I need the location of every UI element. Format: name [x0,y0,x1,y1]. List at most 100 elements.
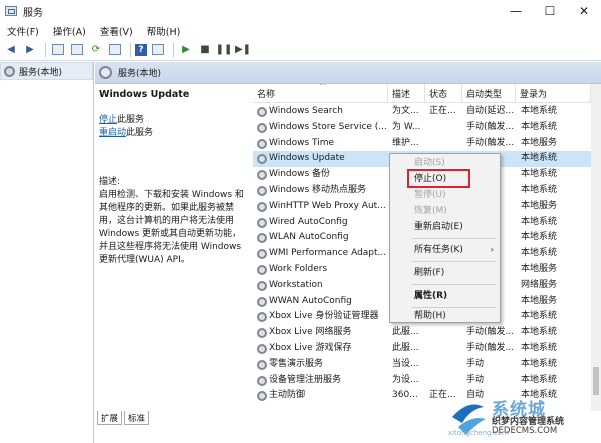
service-name: Windows Update [269,153,345,164]
service-logon-as: 本地系统 [521,311,558,322]
tree-item-services-local[interactable]: 服务(本地) [0,62,93,80]
gear-icon [99,66,112,79]
table-row[interactable]: Windows Search 为文... 正在... 自动(延迟... 本地系统 [253,104,591,120]
service-logon-as: 本地系统 [521,374,558,385]
column-header-description[interactable]: 描述 [388,84,425,103]
restart-service-icon[interactable]: ▶❚ [235,42,251,58]
service-name: Windows Store Service (... [269,121,387,132]
sort-caret-icon: ^ [319,84,327,92]
forward-arrow-icon[interactable]: ▶ [22,42,38,58]
description-panel: Windows Update 停止此服务 重启动此服务 描述: 启用检测、下载和… [95,84,253,411]
service-logon-as: 本地服务 [521,295,558,306]
menu-item-help[interactable]: 帮助(H) [390,308,500,324]
restart-service-link[interactable]: 重启动 [99,128,126,138]
description-line: 启用检测、下载和安装 Windows 和 [99,190,244,200]
vertical-scrollbar[interactable] [591,84,601,411]
console-tree-icon[interactable] [50,42,66,58]
column-header-status[interactable]: 状态 [425,84,462,103]
menu-item-restart[interactable]: 重新启动(E) [390,219,500,235]
tab-extended[interactable]: 扩展 [97,411,123,425]
gear-icon [257,328,267,339]
menu-item-all-tasks[interactable]: 所有任务(K) › [390,242,500,258]
toolbar: ◀ ▶ ⟳ ? ▶ ■ ❚❚ ▶❚ [0,39,601,61]
watermark-subtext: xitongcheng.com [448,429,509,437]
pause-service-icon[interactable]: ❚❚ [216,42,233,58]
toolbar-separator [45,42,46,57]
service-startup-type: 手动(触发... [466,327,515,338]
help-icon[interactable]: ? [135,43,147,56]
table-row[interactable]: Windows Time 维护... 手动(触发... 本地服务 [253,136,591,152]
menu-file[interactable]: 文件(F) [0,24,46,38]
tree-item-label: 服务(本地) [19,67,63,78]
properties-icon[interactable] [69,42,85,58]
service-startup-type: 手动(触发... [466,121,515,132]
gear-icon [257,233,267,244]
restart-link-suffix: 此服务 [126,128,154,138]
service-name: Windows Search [269,106,343,116]
start-service-icon[interactable]: ▶ [178,42,194,58]
title-bar: 服务 — ☐ ✕ [0,0,601,22]
minimize-button[interactable]: — [499,0,533,22]
menu-item-pause[interactable]: 暂停(U) [390,187,500,203]
table-row[interactable]: 设备管理注册服务 为设... 手动 本地系统 [253,373,591,389]
service-status: 正在... [429,106,456,116]
menu-help[interactable]: 帮助(H) [140,24,188,38]
table-row[interactable]: 零售演示服务 当设... 手动 本地系统 [253,357,591,373]
menu-view[interactable]: 查看(V) [93,24,140,38]
gear-icon [257,296,267,307]
column-header-startup-type[interactable]: 启动类型 [462,84,516,103]
stop-service-icon[interactable]: ■ [197,42,213,58]
gear-icon [257,264,267,275]
menu-separator [412,284,496,285]
services-app-icon [5,6,17,16]
column-header-name[interactable]: 名称 ^ [253,84,388,103]
service-name: Xbox Live 游戏保存 [269,342,352,353]
gear-icon [257,217,267,228]
tab-standard[interactable]: 标准 [124,411,150,425]
menu-item-refresh[interactable]: 刷新(F) [390,265,500,281]
scrollbar-thumb[interactable] [593,367,599,395]
maximize-button[interactable]: ☐ [533,0,567,22]
menu-item-resume[interactable]: 恢复(M) [390,203,500,219]
toolbar-separator [173,42,174,57]
window-controls: — ☐ ✕ [499,0,601,22]
service-name: 设备管理注册服务 [269,374,342,385]
service-logon-as: 本地系统 [521,169,558,180]
service-name: 零售演示服务 [269,358,324,369]
watermark: 系统城 织梦内容管理系统 DEDECMS.COM xitongcheng.com [448,395,601,443]
service-logon-as: 本地服务 [521,200,558,211]
service-name: Xbox Live 身份验证管理器 [269,311,379,322]
gear-icon [257,249,267,260]
service-description: 为 W... [392,121,421,132]
stop-service-link[interactable]: 停止 [99,115,117,125]
table-row[interactable]: Windows Store Service (... 为 W... 手动(触发...… [253,120,591,136]
menu-action[interactable]: 操作(A) [46,24,93,38]
service-name: Windows 备份 [269,169,331,180]
menu-bar: 文件(F) 操作(A) 查看(V) 帮助(H) [0,22,601,39]
column-header-label: 名称 [257,89,276,100]
export-list-icon[interactable] [107,42,123,58]
back-arrow-icon[interactable]: ◀ [3,42,19,58]
service-status [429,341,461,357]
gear-icon [257,280,267,291]
service-status [429,325,461,341]
table-row[interactable]: Xbox Live 游戏保存 此服... 手动(触发... 本地系统 [253,341,591,357]
menu-item-properties[interactable]: 属性(R) [390,288,500,304]
service-description: 当设... [392,358,419,369]
gear-icon [257,185,267,196]
gear-icon [257,391,267,402]
show-hide-pane-icon[interactable] [150,42,166,58]
service-description: 此服... [392,342,419,353]
close-button[interactable]: ✕ [567,0,601,22]
service-logon-as: 本地系统 [521,232,558,243]
service-logon-as: 本地系统 [521,248,558,259]
menu-separator [412,261,496,262]
service-logon-as: 本地服务 [521,137,558,148]
service-description: 为设... [392,374,419,385]
service-name: WWAN AutoConfig [269,295,352,306]
description-line: 用，这台计算机的用户将无法使用 [99,216,235,226]
table-row[interactable]: Xbox Live 网络服务 此服... 手动(触发... 本地系统 [253,325,591,341]
column-header-logon-as[interactable]: 登录为 [516,84,591,103]
stop-highlight-box [407,169,470,188]
refresh-icon[interactable]: ⟳ [88,42,104,58]
